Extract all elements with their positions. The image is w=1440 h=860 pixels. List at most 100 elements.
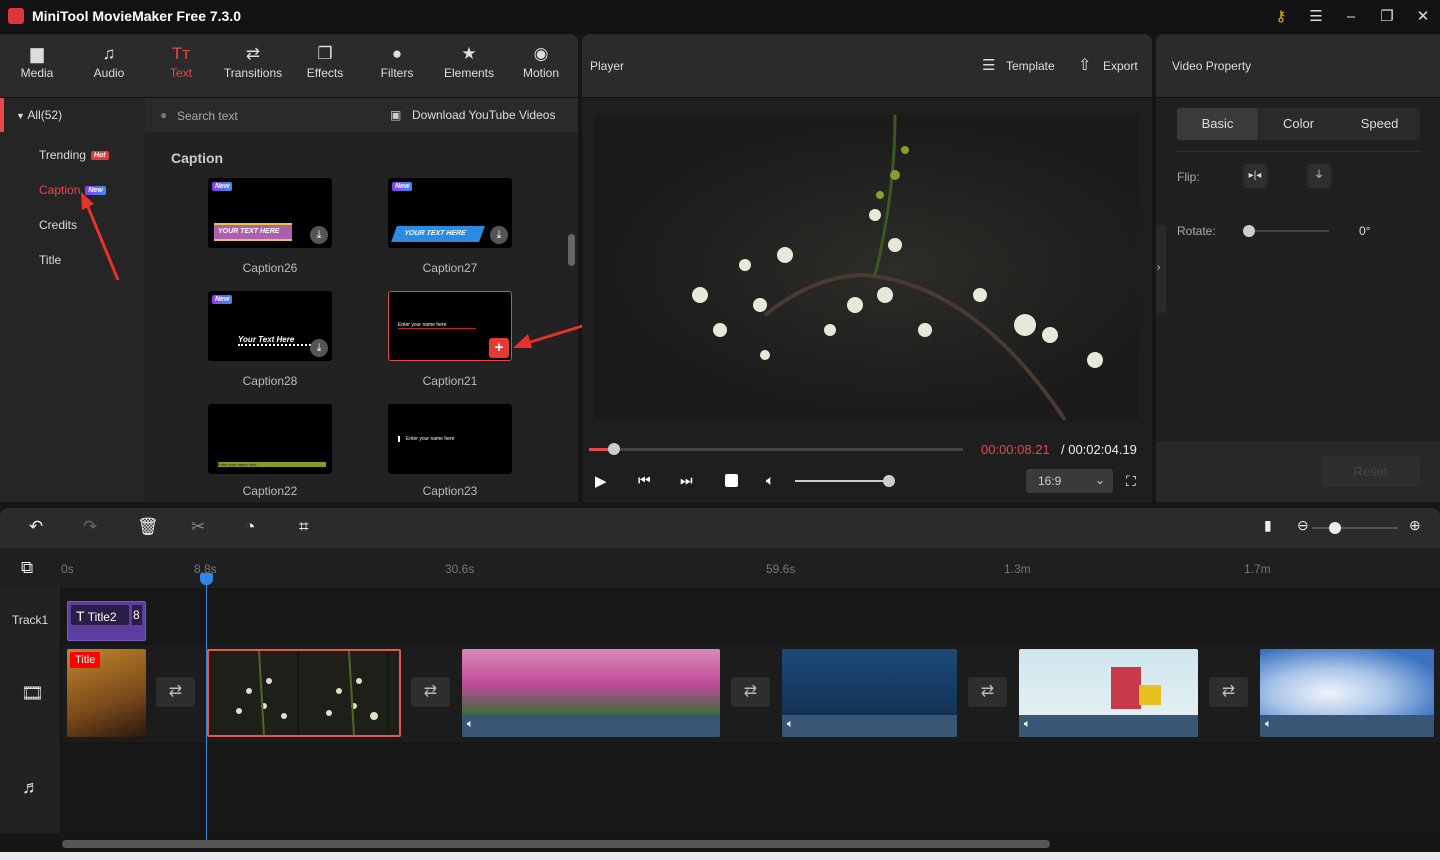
add-track-icon[interactable]: ⧉	[21, 558, 33, 578]
tab-speed[interactable]: Speed	[1339, 108, 1420, 140]
tab-elements[interactable]: ★ Elements	[434, 44, 504, 80]
tab-label: Filters	[380, 66, 414, 80]
volume-slider[interactable]	[795, 480, 890, 482]
grid-scrollbar[interactable]	[568, 234, 575, 266]
transition-slot[interactable]: ⇄	[731, 677, 770, 707]
category-title[interactable]: Title	[39, 253, 61, 267]
caption26-thumbnail[interactable]: New YOUR TEXT HERE ⤓	[208, 178, 332, 248]
previous-frame-button[interactable]: ⏮	[638, 472, 651, 489]
hot-badge: Hot	[90, 151, 109, 161]
clip-audio-bar: 🔈︎	[1019, 715, 1198, 737]
title-clip[interactable]: Title	[67, 649, 146, 737]
tab-text[interactable]: Tт Text	[146, 44, 216, 80]
caption27-thumbnail[interactable]: New YOUR TEXT HERE ⤓	[388, 178, 512, 248]
export-icon: ⇧	[1078, 57, 1092, 74]
category-all-label: All(52)	[27, 108, 63, 122]
app-logo-icon	[8, 8, 24, 24]
elements-icon: ★	[461, 44, 477, 63]
aspect-ratio-select[interactable]: 16:9 ⌄	[1026, 469, 1113, 493]
menu-icon[interactable]: ☰	[1305, 6, 1327, 28]
split-icon[interactable]: ✂	[191, 517, 205, 537]
category-all[interactable]: ▼ All(52)	[0, 98, 145, 132]
redo-icon[interactable]: ↷	[83, 517, 97, 537]
transition-slot[interactable]: ⇄	[1209, 677, 1248, 707]
fullscreen-button[interactable]: ⛶	[1126, 473, 1136, 490]
download-icon[interactable]: ⤓	[310, 226, 328, 244]
ocean-clip[interactable]: 🔈︎	[782, 649, 957, 737]
maximize-button[interactable]: ❐	[1376, 6, 1398, 28]
download-youtube-link[interactable]: Download YouTube Videos	[412, 108, 555, 122]
zoom-handle[interactable]	[1329, 522, 1341, 534]
transition-slot[interactable]: ⇄	[156, 677, 195, 707]
caption22-thumbnail[interactable]: Enter your name here	[208, 404, 332, 474]
app-title: MiniTool MovieMaker Free 7.3.0	[32, 8, 242, 24]
category-trending[interactable]: Trending Hot	[39, 148, 109, 162]
fit-timeline-icon[interactable]: ▮	[1264, 517, 1272, 534]
flip-vertical-button[interactable]: ⏚	[1307, 164, 1331, 188]
search-icon: ●	[160, 108, 168, 122]
tab-basic[interactable]: Basic	[1177, 108, 1258, 140]
seek-handle[interactable]	[607, 443, 620, 455]
collapse-panel-handle[interactable]: ›	[1156, 225, 1166, 313]
winter-house-clip[interactable]: 🔈︎	[1019, 649, 1198, 737]
player-header: Player ☰ Template ⇧ Export	[582, 34, 1152, 98]
key-icon[interactable]: ⚷	[1270, 6, 1292, 28]
category-credits[interactable]: Credits	[39, 218, 77, 232]
tab-color[interactable]: Color	[1258, 108, 1339, 140]
tab-transitions[interactable]: ⇄ Transitions	[218, 44, 288, 80]
rotate-slider[interactable]	[1249, 230, 1329, 232]
cosmos-clip[interactable]: 🔈︎	[462, 649, 720, 737]
tab-label: Effects	[306, 66, 344, 80]
delete-icon[interactable]: 🗑︎	[137, 517, 159, 537]
tab-effects[interactable]: ❐ Effects	[290, 44, 360, 80]
zoom-in-icon[interactable]: ⊕	[1409, 517, 1421, 534]
clouds-clip[interactable]: 🔈︎	[1260, 649, 1434, 737]
transition-slot[interactable]: ⇄	[968, 677, 1007, 707]
play-button[interactable]: ▶	[595, 472, 607, 490]
flower-clip-selected[interactable]	[207, 649, 401, 737]
motion-icon: ◉	[533, 44, 549, 63]
next-frame-button[interactable]: ⏭	[680, 472, 693, 489]
tab-audio[interactable]: ♫ Audio	[74, 44, 144, 80]
caption21-thumbnail[interactable]: Enter your name here +	[388, 291, 512, 361]
zoom-slider[interactable]	[1312, 527, 1398, 529]
caption-preview: Enter your name here	[398, 322, 476, 329]
close-button[interactable]: ✕	[1412, 6, 1434, 28]
undo-icon[interactable]: ↶	[29, 517, 43, 537]
caption-label: Caption21	[422, 374, 478, 388]
flip-horizontal-button[interactable]: ▸|◂	[1243, 164, 1267, 188]
text-clip[interactable]: T Title2 8	[67, 601, 146, 641]
folder-icon: ▆	[30, 44, 44, 63]
download-icon[interactable]: ⤓	[310, 339, 328, 357]
seek-bar[interactable]	[589, 448, 963, 451]
stop-button[interactable]	[725, 474, 738, 487]
caption-preview: Your Text Here	[238, 335, 318, 346]
bus-image	[1139, 685, 1161, 705]
speed-icon[interactable]: ◔	[245, 517, 255, 537]
tab-media[interactable]: ▆ Media	[2, 44, 72, 80]
transition-slot[interactable]: ⇄	[411, 677, 450, 707]
download-icon[interactable]: ⤓	[490, 226, 508, 244]
rotate-handle[interactable]	[1243, 225, 1255, 237]
reset-button[interactable]: Reset	[1321, 456, 1420, 487]
crop-icon[interactable]: ⌗	[299, 517, 309, 537]
volume-icon[interactable]: 🔈︎	[766, 472, 774, 489]
property-tabs: Basic Color Speed	[1177, 108, 1420, 140]
playhead-handle[interactable]	[200, 573, 213, 585]
playhead-line[interactable]	[206, 575, 207, 840]
tab-motion[interactable]: ◉ Motion	[506, 44, 576, 80]
video-track-icon: 🎞︎	[21, 683, 44, 703]
template-button[interactable]: Template	[1006, 59, 1055, 73]
search-input[interactable]: Search text	[177, 109, 238, 123]
zoom-out-icon[interactable]: ⊖	[1297, 517, 1309, 534]
caption23-thumbnail[interactable]: Enter your name here	[388, 404, 512, 474]
add-caption-button[interactable]: +	[489, 338, 509, 358]
text-clip-label: Title2	[87, 610, 117, 624]
tab-filters[interactable]: ● Filters	[362, 44, 432, 80]
export-button[interactable]: Export	[1103, 59, 1138, 73]
clip-audio-bar: 🔈︎	[1260, 715, 1434, 737]
property-header: Video Property	[1156, 34, 1440, 98]
caption28-thumbnail[interactable]: New Your Text Here ⤓	[208, 291, 332, 361]
minimize-button[interactable]: –	[1340, 6, 1362, 28]
timeline-scrollbar[interactable]	[62, 840, 1050, 848]
